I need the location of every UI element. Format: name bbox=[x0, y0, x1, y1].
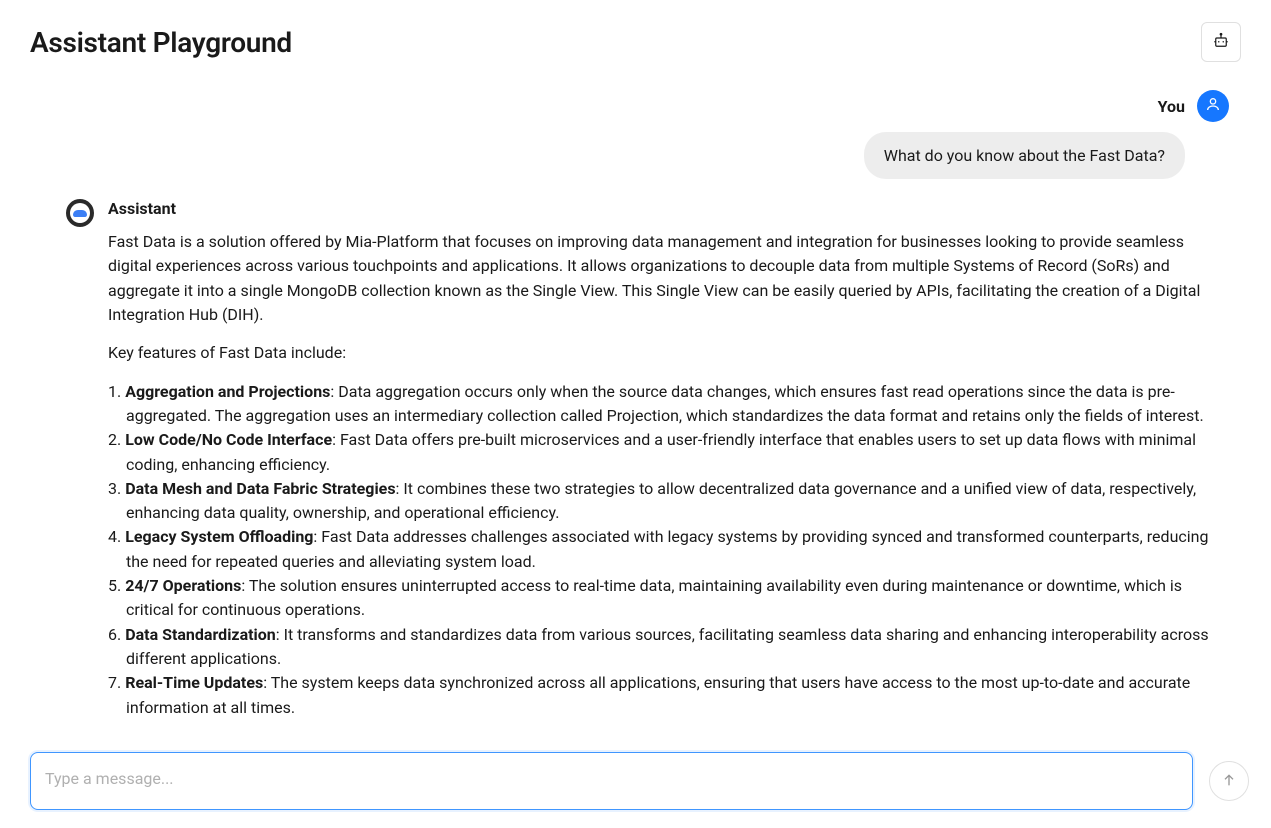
arrow-up-icon bbox=[1221, 772, 1237, 791]
list-item-title: Low Code/No Code Interface bbox=[125, 430, 332, 449]
list-item: Low Code/No Code Interface: Fast Data of… bbox=[108, 428, 1223, 477]
settings-button[interactable] bbox=[1201, 22, 1241, 62]
assistant-intro: Fast Data is a solution offered by Mia-P… bbox=[108, 230, 1223, 327]
header: Assistant Playground bbox=[0, 0, 1271, 72]
assistant-features-heading: Key features of Fast Data include: bbox=[108, 341, 1223, 365]
assistant-feature-list: Aggregation and Projections: Data aggreg… bbox=[108, 380, 1223, 720]
user-message-header: You bbox=[30, 90, 1233, 122]
assistant-body: Fast Data is a solution offered by Mia-P… bbox=[108, 230, 1223, 720]
list-item: 24/7 Operations: The solution ensures un… bbox=[108, 574, 1223, 623]
assistant-avatar bbox=[66, 199, 94, 227]
page-title: Assistant Playground bbox=[30, 26, 292, 59]
message-input[interactable] bbox=[30, 752, 1193, 810]
user-message-row: What do you know about the Fast Data? bbox=[30, 132, 1233, 179]
list-item: Real-Time Updates: The system keeps data… bbox=[108, 671, 1223, 720]
list-item: Aggregation and Projections: Data aggreg… bbox=[108, 380, 1223, 429]
person-icon bbox=[1205, 96, 1221, 116]
assistant-bot-icon bbox=[70, 203, 90, 223]
list-item-title: Legacy System Offloading bbox=[125, 527, 313, 546]
list-item-title: Real-Time Updates bbox=[125, 673, 263, 692]
user-avatar bbox=[1197, 90, 1229, 122]
input-area bbox=[30, 752, 1249, 810]
list-item: Legacy System Offloading: Fast Data addr… bbox=[108, 525, 1223, 574]
list-item: Data Mesh and Data Fabric Strategies: It… bbox=[108, 477, 1223, 526]
list-item-title: Aggregation and Projections bbox=[125, 382, 330, 401]
list-item-text: : The solution ensures uninterrupted acc… bbox=[126, 576, 1182, 619]
list-item-text: : It transforms and standardizes data fr… bbox=[126, 625, 1209, 668]
list-item: Data Standardization: It transforms and … bbox=[108, 623, 1223, 672]
send-button[interactable] bbox=[1209, 761, 1249, 801]
list-item-title: 24/7 Operations bbox=[125, 576, 241, 595]
list-item-text: : The system keeps data synchronized acr… bbox=[126, 673, 1190, 716]
assistant-message-row: Assistant Fast Data is a solution offere… bbox=[30, 199, 1233, 720]
chat-scroll-area[interactable]: You What do you know about the Fast Data… bbox=[30, 78, 1241, 738]
user-message-bubble: What do you know about the Fast Data? bbox=[864, 132, 1185, 179]
assistant-label: Assistant bbox=[108, 199, 1223, 218]
user-label: You bbox=[1158, 97, 1185, 116]
robot-icon bbox=[1212, 32, 1230, 53]
list-item-title: Data Mesh and Data Fabric Strategies bbox=[125, 479, 395, 498]
list-item-title: Data Standardization bbox=[125, 625, 276, 644]
assistant-content: Assistant Fast Data is a solution offere… bbox=[108, 199, 1223, 720]
